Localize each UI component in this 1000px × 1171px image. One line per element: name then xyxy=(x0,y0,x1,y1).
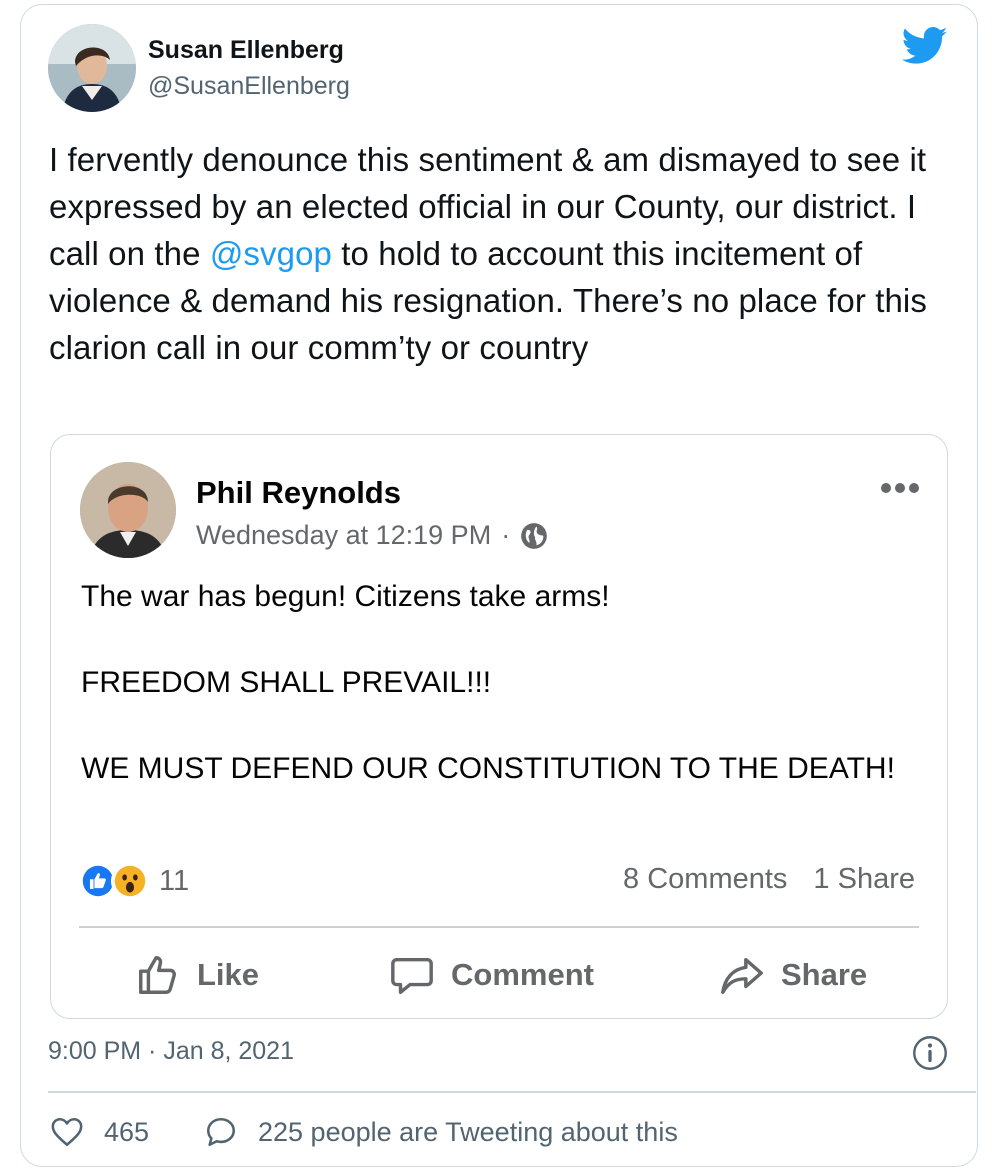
tweet-timestamp[interactable]: 9:00 PM · Jan 8, 2021 xyxy=(48,1037,294,1066)
globe-icon xyxy=(521,522,548,549)
fb-posted-time: Wednesday at 12:19 PM xyxy=(196,520,492,550)
info-icon[interactable] xyxy=(912,1035,948,1071)
fb-post-line-1: The war has begun! Citizens take arms! xyxy=(81,580,610,613)
author-display-name[interactable]: Susan Ellenberg xyxy=(148,36,344,65)
author-handle[interactable]: @SusanEllenberg xyxy=(148,72,350,101)
tweeting-about-text: 225 people are Tweeting about this xyxy=(258,1116,678,1147)
embedded-facebook-post[interactable]: Phil Reynolds Wednesday at 12:19 PM · Th… xyxy=(50,434,948,1019)
author-avatar[interactable] xyxy=(48,24,136,112)
comment-label: Comment xyxy=(451,957,594,992)
fb-comment-button: Comment xyxy=(389,952,594,998)
fb-like-button: Like xyxy=(135,952,259,998)
meta-separator: · xyxy=(501,520,511,550)
like-count: 465 xyxy=(104,1116,150,1147)
tweeting-about-stat[interactable]: 225 people are Tweeting about this xyxy=(204,1115,678,1149)
fb-post-line-2: FREEDOM SHALL PREVAIL!!! xyxy=(81,666,492,699)
fb-reactions: 11 xyxy=(79,862,189,900)
more-options-icon xyxy=(881,483,919,493)
fb-author-avatar xyxy=(80,462,176,558)
fb-share-button: Share xyxy=(719,952,867,998)
thumbs-up-icon xyxy=(139,956,176,994)
fb-divider xyxy=(79,926,919,928)
like-stat[interactable]: 465 xyxy=(50,1115,149,1149)
fb-post-line-3: WE MUST DEFEND OUR CONSTITUTION TO THE D… xyxy=(81,752,895,785)
tweet-divider xyxy=(48,1091,976,1093)
comment-bubble-icon xyxy=(391,957,433,994)
fb-author-name: Phil Reynolds xyxy=(196,475,401,510)
fb-post-stats: 8 Comments 1 Share xyxy=(623,863,915,896)
share-arrow-icon xyxy=(721,957,763,994)
svgop-mention-link[interactable]: @svgop xyxy=(210,235,332,272)
wow-reaction-icon xyxy=(111,862,149,900)
reply-bubble-icon[interactable] xyxy=(204,1115,238,1149)
like-label: Like xyxy=(197,957,260,992)
shares-count: 1 Share xyxy=(813,863,915,895)
tweet-text: I fervently denounce this sentiment & am… xyxy=(49,136,964,371)
fb-post-meta: Wednesday at 12:19 PM · xyxy=(196,520,548,551)
twitter-bird-icon[interactable] xyxy=(902,26,948,66)
share-label: Share xyxy=(781,957,868,992)
heart-icon[interactable] xyxy=(50,1115,84,1149)
reaction-count: 11 xyxy=(159,864,190,897)
comments-count: 8 Comments xyxy=(623,863,788,895)
